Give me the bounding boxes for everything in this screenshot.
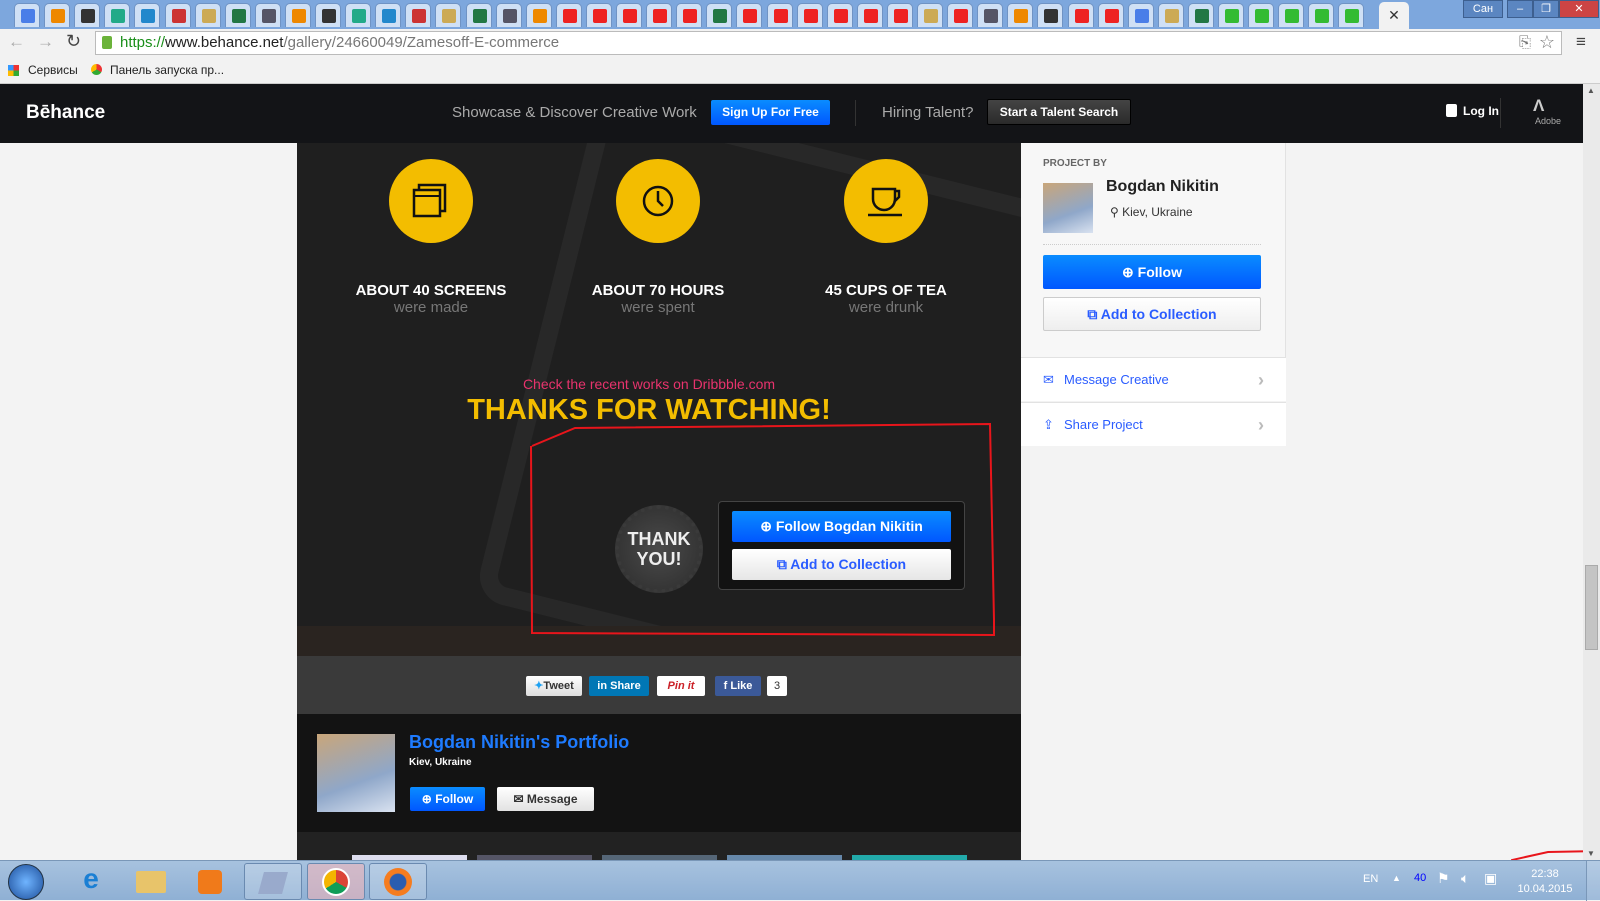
chevron-right-icon: › (1258, 415, 1264, 435)
chevron-right-icon: › (1258, 370, 1264, 390)
share-icon: ⇪ (1043, 417, 1054, 432)
page-scrollbar[interactable]: ▲ ▼ (1583, 84, 1600, 860)
linkedin-icon: in (597, 680, 611, 692)
linkedin-share-button[interactable]: in Share (589, 676, 649, 696)
chrome-taskbar-icon[interactable] (307, 863, 365, 900)
windows-taskbar: e EN ▲ 40 ⚑ 🔈︎ ▣ 22:38 10.04.2015 (0, 860, 1600, 901)
portfolio-follow-button[interactable]: ⊕ Follow (410, 787, 485, 811)
plus-circle-icon: ⊕ (1122, 264, 1138, 280)
envelope-icon: ✉ (1043, 372, 1054, 387)
media-player-icon[interactable] (182, 863, 240, 900)
notepad-icon[interactable] (244, 863, 302, 900)
message-creative-link[interactable]: ✉ Message Creative › (1021, 357, 1286, 401)
pinterest-button[interactable]: Pin it (657, 676, 705, 696)
portfolio-location: Kiev, Ukraine (409, 757, 472, 768)
start-button[interactable] (8, 864, 44, 900)
language-indicator[interactable]: EN (1363, 873, 1378, 885)
plus-circle-icon: ⊕ (421, 792, 436, 806)
sidebar-add-collection-button[interactable]: ⧉ Add to Collection (1043, 297, 1261, 331)
tray-counter[interactable]: 40 (1414, 872, 1426, 884)
sidebar-follow-button[interactable]: ⊕ Follow (1043, 255, 1261, 289)
like-count: 3 (767, 676, 787, 696)
clock[interactable]: 22:38 10.04.2015 (1515, 867, 1575, 897)
share-project-link[interactable]: ⇪ Share Project › (1021, 402, 1286, 446)
envelope-icon: ✉ (513, 792, 527, 806)
portfolio-title[interactable]: Bogdan Nikitin's Portfolio (409, 732, 629, 753)
collection-icon: ⧉ (1087, 306, 1101, 322)
firefox-taskbar-icon[interactable] (369, 863, 427, 900)
scrollbar-thumb[interactable] (1585, 565, 1598, 650)
owner-card: PROJECT BY Bogdan Nikitin ⚲ Kiev, Ukrain… (1021, 143, 1286, 357)
internet-explorer-icon[interactable]: e (62, 863, 120, 900)
network-icon[interactable]: ▣ (1484, 870, 1497, 887)
owner-avatar[interactable] (1043, 183, 1093, 233)
annotation-box (530, 422, 995, 637)
show-hidden-icons[interactable]: ▲ (1392, 873, 1401, 883)
facebook-like-button[interactable]: f Like (715, 676, 761, 696)
owner-name[interactable]: Bogdan Nikitin (1106, 178, 1219, 196)
map-pin-icon: ⚲ (1110, 205, 1123, 219)
portfolio-message-button[interactable]: ✉ Message (497, 787, 594, 811)
file-explorer-icon[interactable] (122, 863, 180, 900)
project-by-label: PROJECT BY (1043, 158, 1107, 169)
portfolio-section: Bogdan Nikitin's Portfolio Kiev, Ukraine… (297, 714, 1021, 832)
share-bar: ✦Tweet in Share Pin it f Like 3 (297, 656, 1021, 714)
scroll-up-icon: ▲ (1587, 86, 1595, 95)
scroll-down-icon: ▼ (1587, 849, 1595, 858)
volume-icon[interactable]: 🔈︎ (1461, 870, 1469, 887)
action-center-flag-icon[interactable]: ⚑ (1437, 870, 1450, 887)
divider (1043, 244, 1261, 245)
portfolio-thumbnails (297, 832, 1021, 860)
portfolio-avatar[interactable] (317, 734, 395, 812)
tweet-button[interactable]: ✦Tweet (526, 676, 582, 696)
show-desktop-button[interactable] (1586, 861, 1600, 901)
owner-location: ⚲ Kiev, Ukraine (1110, 205, 1193, 219)
